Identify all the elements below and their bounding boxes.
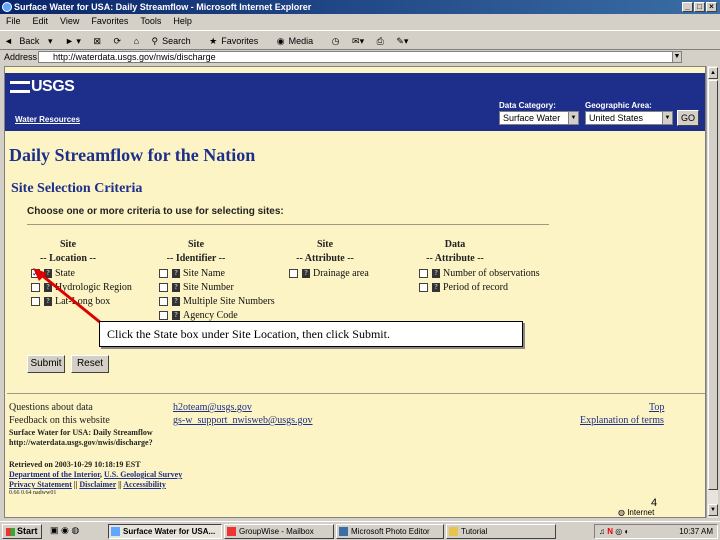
stop-icon[interactable]: ⊠	[93, 36, 101, 46]
scroll-thumb[interactable]	[708, 80, 718, 490]
window-title: Surface Water for USA: Daily Streamflow …	[14, 2, 312, 12]
search-button[interactable]: ⚲ Search	[152, 36, 197, 46]
task-tutorial[interactable]: Tutorial	[446, 524, 556, 539]
scroll-up-icon[interactable]: ▲	[708, 67, 718, 79]
task-label: Tutorial	[461, 527, 488, 536]
taskbar: Start ▣ ◉ ◍ Surface Water for USA... Gro…	[0, 521, 720, 540]
back-label: Back	[19, 36, 40, 46]
close-button[interactable]: ×	[706, 2, 717, 12]
task-label: Microsoft Photo Editor	[351, 527, 430, 536]
window-title-bar: Surface Water for USA: Daily Streamflow …	[0, 0, 720, 14]
menu-favorites[interactable]: Favorites	[91, 16, 128, 26]
system-tray: ♫ N ◎ ◐ 10:37 AM	[594, 524, 718, 539]
scroll-down-icon[interactable]: ▼	[708, 504, 718, 516]
ie-icon	[111, 527, 120, 536]
address-label: Address	[4, 52, 38, 62]
menu-tools[interactable]: Tools	[140, 16, 161, 26]
internet-explorer-icon	[2, 2, 12, 12]
print-icon[interactable]: ⎙	[377, 36, 384, 46]
desktop-icon[interactable]: ▣	[50, 525, 59, 535]
quick-launch: ▣ ◉ ◍	[50, 525, 79, 536]
menu-bar: File Edit View Favorites Tools Help	[0, 14, 720, 28]
menu-edit[interactable]: Edit	[33, 16, 49, 26]
forward-button[interactable]: ► ▾	[65, 36, 81, 46]
windows-flag-icon	[6, 528, 15, 536]
page-viewport: USGS Water Resources Data Category: Surf…	[4, 66, 706, 518]
groupwise-icon	[227, 527, 236, 536]
menu-file[interactable]: File	[6, 16, 21, 26]
media-label: Media	[288, 36, 314, 46]
photo-editor-icon	[339, 527, 348, 536]
edit-icon[interactable]: ✎▾	[396, 36, 408, 46]
globe-icon: ◍	[618, 508, 628, 517]
home-icon[interactable]: ⌂	[134, 36, 139, 46]
favorites-button[interactable]: ★ Favorites	[209, 36, 264, 46]
history-icon[interactable]: ◷	[332, 36, 340, 46]
favorites-label: Favorites	[221, 36, 259, 46]
arrow-shaft	[38, 271, 102, 325]
toolbar: ◄ Back ▾ ► ▾ ⊠ ⟳ ⌂ ⚲ Search ★ Favorites ◉ M…	[0, 30, 720, 50]
tray-icons[interactable]: ♫ N ◎ ◐	[599, 525, 629, 538]
task-photo-editor[interactable]: Microsoft Photo Editor	[336, 524, 444, 539]
address-input[interactable]: http://waterdata.usgs.gov/nwis/discharge	[38, 51, 682, 63]
maximize-button[interactable]: □	[694, 2, 705, 12]
ie-quicklaunch-icon[interactable]: ◉	[61, 525, 69, 535]
back-button[interactable]: ◄ Back ▾	[4, 36, 52, 46]
folder-icon	[449, 527, 458, 536]
outlook-icon[interactable]: ◍	[71, 525, 79, 535]
vertical-scrollbar[interactable]: ▲ ▼	[706, 66, 718, 518]
callout-arrow	[33, 268, 102, 325]
menu-help[interactable]: Help	[173, 16, 192, 26]
task-label: GroupWise - Mailbox	[239, 527, 314, 536]
task-groupwise[interactable]: GroupWise - Mailbox	[224, 524, 334, 539]
status-zone: ◍ Internet	[618, 508, 654, 517]
start-button[interactable]: Start	[2, 524, 42, 539]
mail-icon[interactable]: ✉▾	[352, 36, 364, 46]
search-label: Search	[162, 36, 191, 46]
task-label: Surface Water for USA...	[123, 527, 216, 536]
address-bar: Address http://waterdata.usgs.gov/nwis/d…	[0, 50, 720, 64]
tutorial-callout: Click the State box under Site Location,…	[99, 321, 523, 347]
clock: 10:37 AM	[679, 527, 713, 536]
task-surface-water[interactable]: Surface Water for USA...	[108, 524, 222, 539]
minimize-button[interactable]: _	[682, 2, 693, 12]
menu-view[interactable]: View	[60, 16, 79, 26]
status-zone-label: Internet	[627, 508, 655, 517]
refresh-icon[interactable]: ⟳	[114, 36, 122, 46]
address-dropdown-icon[interactable]: ▼	[672, 51, 682, 63]
start-label: Start	[17, 526, 38, 536]
media-button[interactable]: ◉ Media	[277, 36, 319, 46]
